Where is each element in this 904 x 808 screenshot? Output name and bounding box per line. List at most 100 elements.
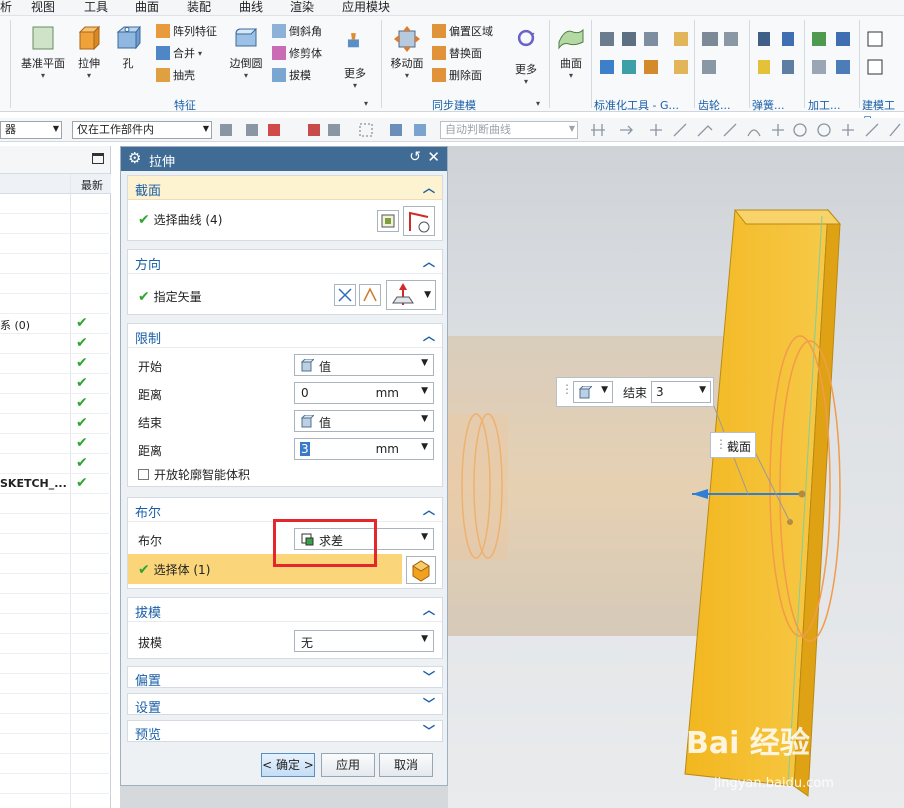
expand-icon: ﹀	[422, 697, 435, 711]
menu-application[interactable]: 应用模块	[342, 0, 390, 15]
draft-header[interactable]: 拔模 ︿	[128, 598, 442, 622]
dialog-title-bar: ⚙ 拉伸 ↺ ✕	[121, 147, 447, 171]
open-profile-checkbox[interactable]: 开放轮廓智能体积	[138, 466, 250, 483]
hole-icon	[116, 25, 142, 50]
vector-dialog-button[interactable]	[359, 284, 381, 306]
check-icon: ✔	[76, 395, 88, 411]
trim-body-button[interactable]: 修剪体	[272, 44, 322, 62]
table-row	[0, 654, 111, 674]
table-row[interactable]	[0, 214, 111, 234]
end-option-dropdown[interactable]: ▼	[573, 381, 613, 403]
settings-panel[interactable]: 设置 ﹀	[127, 693, 443, 716]
pattern-icon	[156, 24, 170, 38]
table-row[interactable]	[0, 294, 111, 314]
check-icon: ✔	[76, 415, 88, 431]
cancel-button[interactable]: 取消	[379, 753, 433, 777]
menu-analysis[interactable]: 析	[0, 0, 12, 15]
group-machining-label: 加工...	[808, 99, 841, 112]
menu-render[interactable]: 渲染	[290, 0, 314, 15]
menu-bar: 析 视图 工具 曲面 装配 曲线 渲染 应用模块	[0, 0, 904, 16]
draft-select[interactable]: 无 ▼	[294, 630, 434, 652]
gear-icon[interactable]: ⚙	[128, 149, 141, 167]
replace-face-button[interactable]: 替换面	[432, 44, 482, 62]
more-sync-button[interactable]: 更多 ▾	[508, 26, 544, 86]
reset-icon[interactable]: ↺	[409, 149, 421, 165]
edge-blend-button[interactable]: 边倒圆 ▾	[226, 24, 266, 80]
end-distance-onscreen-widget: ⋮ ▼ 结束 3 ▼	[556, 377, 714, 407]
table-row[interactable]: SKETCH_... ✔	[0, 474, 111, 494]
select-body-label[interactable]: ✔ 选择体 (1)	[138, 561, 210, 578]
replace-face-icon	[432, 46, 446, 60]
menu-curve[interactable]: 曲线	[239, 0, 263, 15]
end-distance-input[interactable]: 3 mm ▼	[294, 438, 434, 460]
end-onscreen-label: 结束	[623, 386, 648, 400]
extrude-button[interactable]: 拉伸 ▾	[72, 24, 106, 80]
delete-face-button[interactable]: 删除面	[432, 66, 482, 84]
specify-vector-label[interactable]: ✔ 指定矢量	[138, 288, 202, 305]
menu-surface[interactable]: 曲面	[135, 0, 159, 15]
table-row[interactable]: ✔	[0, 434, 111, 454]
table-row[interactable]: 系 (0) ✔	[0, 314, 111, 334]
table-row	[0, 514, 111, 534]
offset-panel[interactable]: 偏置 ﹀	[127, 666, 443, 689]
sketch-section-button[interactable]	[377, 210, 399, 232]
hole-button[interactable]: 孔	[112, 24, 144, 71]
table-row[interactable]: ✔	[0, 454, 111, 474]
graphics-viewport[interactable]	[448, 146, 904, 808]
table-row[interactable]: ✔	[0, 374, 111, 394]
column-latest[interactable]: 最新	[81, 177, 103, 193]
table-row[interactable]	[0, 234, 111, 254]
table-row[interactable]: ✔	[0, 354, 111, 374]
datum-plane-button[interactable]: 基准平面 ▾	[18, 24, 68, 80]
table-row[interactable]	[0, 194, 111, 214]
offset-region-icon	[432, 24, 446, 38]
more-features-button[interactable]: 更多 ▾	[338, 30, 372, 90]
chamfer-button[interactable]: 倒斜角	[272, 22, 322, 40]
move-face-button[interactable]: 移动面 ▾	[386, 24, 428, 80]
snap-tools-icons	[220, 123, 426, 137]
section-header[interactable]: 截面 ︿	[128, 176, 442, 200]
inferred-vector-dropdown[interactable]: ▼	[386, 280, 436, 310]
table-row	[0, 554, 111, 574]
select-body-button[interactable]	[406, 556, 436, 584]
table-row	[0, 574, 111, 594]
table-row[interactable]: ✔	[0, 334, 111, 354]
value-icon	[579, 386, 592, 399]
shell-button[interactable]: 抽壳	[156, 66, 195, 84]
reverse-direction-button[interactable]	[334, 284, 356, 306]
curve-button[interactable]	[403, 206, 435, 236]
reverse-direction-icon	[338, 288, 352, 302]
table-row[interactable]: ✔	[0, 394, 111, 414]
maximize-icon[interactable]	[92, 153, 104, 164]
curve-rule-combo[interactable]: 自动判断曲线 ▼	[440, 121, 578, 139]
menu-view[interactable]: 视图	[31, 0, 55, 15]
surface-button[interactable]: 曲面 ▾	[552, 24, 590, 80]
start-distance-input[interactable]: 0 mm ▼	[294, 382, 434, 404]
pattern-feature-button[interactable]: 阵列特征	[156, 22, 217, 40]
toolkit-icon-grid	[600, 31, 883, 75]
solid-body-icon	[412, 560, 430, 582]
ok-button[interactable]: < 确定 >	[261, 753, 315, 777]
table-row[interactable]	[0, 254, 111, 274]
table-row[interactable]: ✔	[0, 414, 111, 434]
menu-assembly[interactable]: 装配	[187, 0, 211, 15]
table-row[interactable]	[0, 274, 111, 294]
section-onscreen-tag[interactable]: ⋮ 截面	[710, 432, 756, 458]
selection-scope-combo[interactable]: 仅在工作部件内 ▼	[72, 121, 212, 139]
draft-button[interactable]: 拔模	[272, 66, 311, 84]
unite-button[interactable]: 合并 ▾	[156, 44, 202, 62]
apply-button[interactable]: 应用	[321, 753, 375, 777]
preview-panel[interactable]: 预览 ﹀	[127, 720, 443, 743]
start-option-select[interactable]: 值 ▼	[294, 354, 434, 376]
limits-header[interactable]: 限制 ︿	[128, 324, 442, 348]
menu-tools[interactable]: 工具	[84, 0, 108, 15]
collapse-icon: ︿	[422, 255, 435, 269]
end-onscreen-input[interactable]: 3 ▼	[651, 381, 711, 403]
select-curve-label[interactable]: ✔ 选择曲线 (4)	[138, 211, 222, 228]
direction-header[interactable]: 方向 ︿	[128, 250, 442, 274]
offset-region-button[interactable]: 偏置区域	[432, 22, 493, 40]
group-standard-tools-label: 标准化工具 - G...	[594, 99, 679, 112]
type-filter-combo[interactable]: 器 ▼	[0, 121, 62, 139]
end-option-select[interactable]: 值 ▼	[294, 410, 434, 432]
close-icon[interactable]: ✕	[427, 148, 440, 166]
